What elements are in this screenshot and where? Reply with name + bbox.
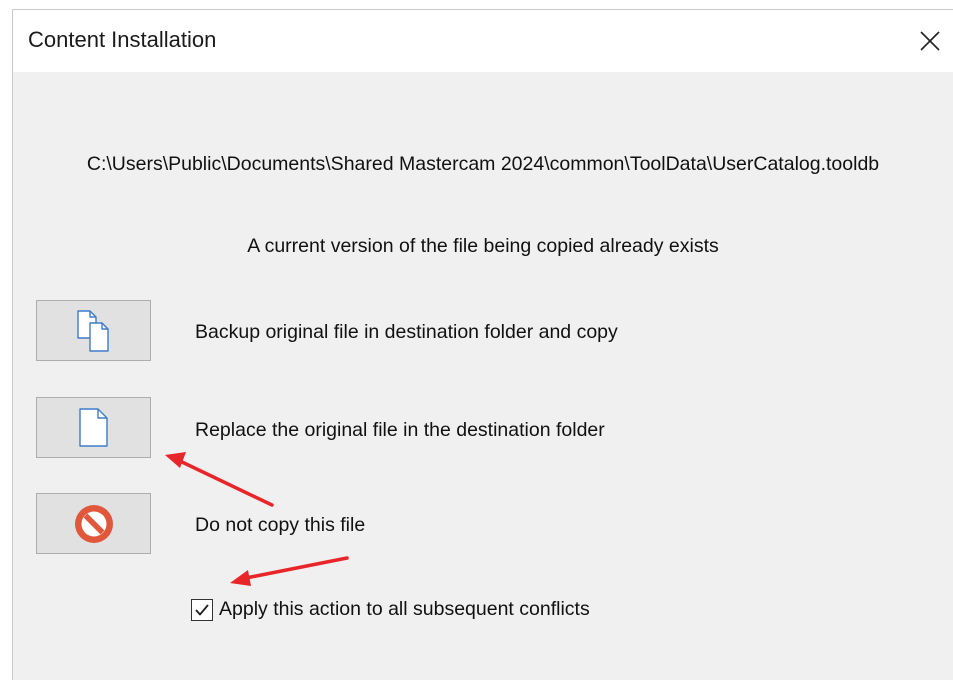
replace-file-label: Replace the original file in the destina… [195, 419, 605, 441]
apply-all-row: Apply this action to all subsequent conf… [191, 598, 590, 621]
copy-files-icon [76, 309, 109, 352]
content-installation-dialog: Content Installation C:\Users\Public\Doc… [12, 9, 953, 680]
title-bar: Content Installation [13, 10, 953, 72]
do-not-copy-button[interactable] [36, 493, 151, 554]
apply-all-checkbox[interactable] [191, 598, 213, 621]
conflict-message: A current version of the file being copi… [247, 235, 719, 257]
file-path: C:\Users\Public\Documents\Shared Masterc… [86, 153, 880, 175]
backup-and-copy-button[interactable] [36, 300, 151, 361]
checkmark-icon [195, 603, 209, 615]
replace-file-button[interactable] [36, 397, 151, 458]
close-button[interactable] [907, 10, 953, 72]
apply-all-label[interactable]: Apply this action to all subsequent conf… [219, 598, 590, 621]
no-entry-icon [74, 504, 113, 543]
do-not-copy-label: Do not copy this file [195, 514, 366, 536]
file-icon [78, 407, 108, 447]
close-icon [920, 31, 940, 51]
window-title: Content Installation [28, 27, 217, 52]
backup-and-copy-label: Backup original file in destination fold… [195, 321, 618, 343]
